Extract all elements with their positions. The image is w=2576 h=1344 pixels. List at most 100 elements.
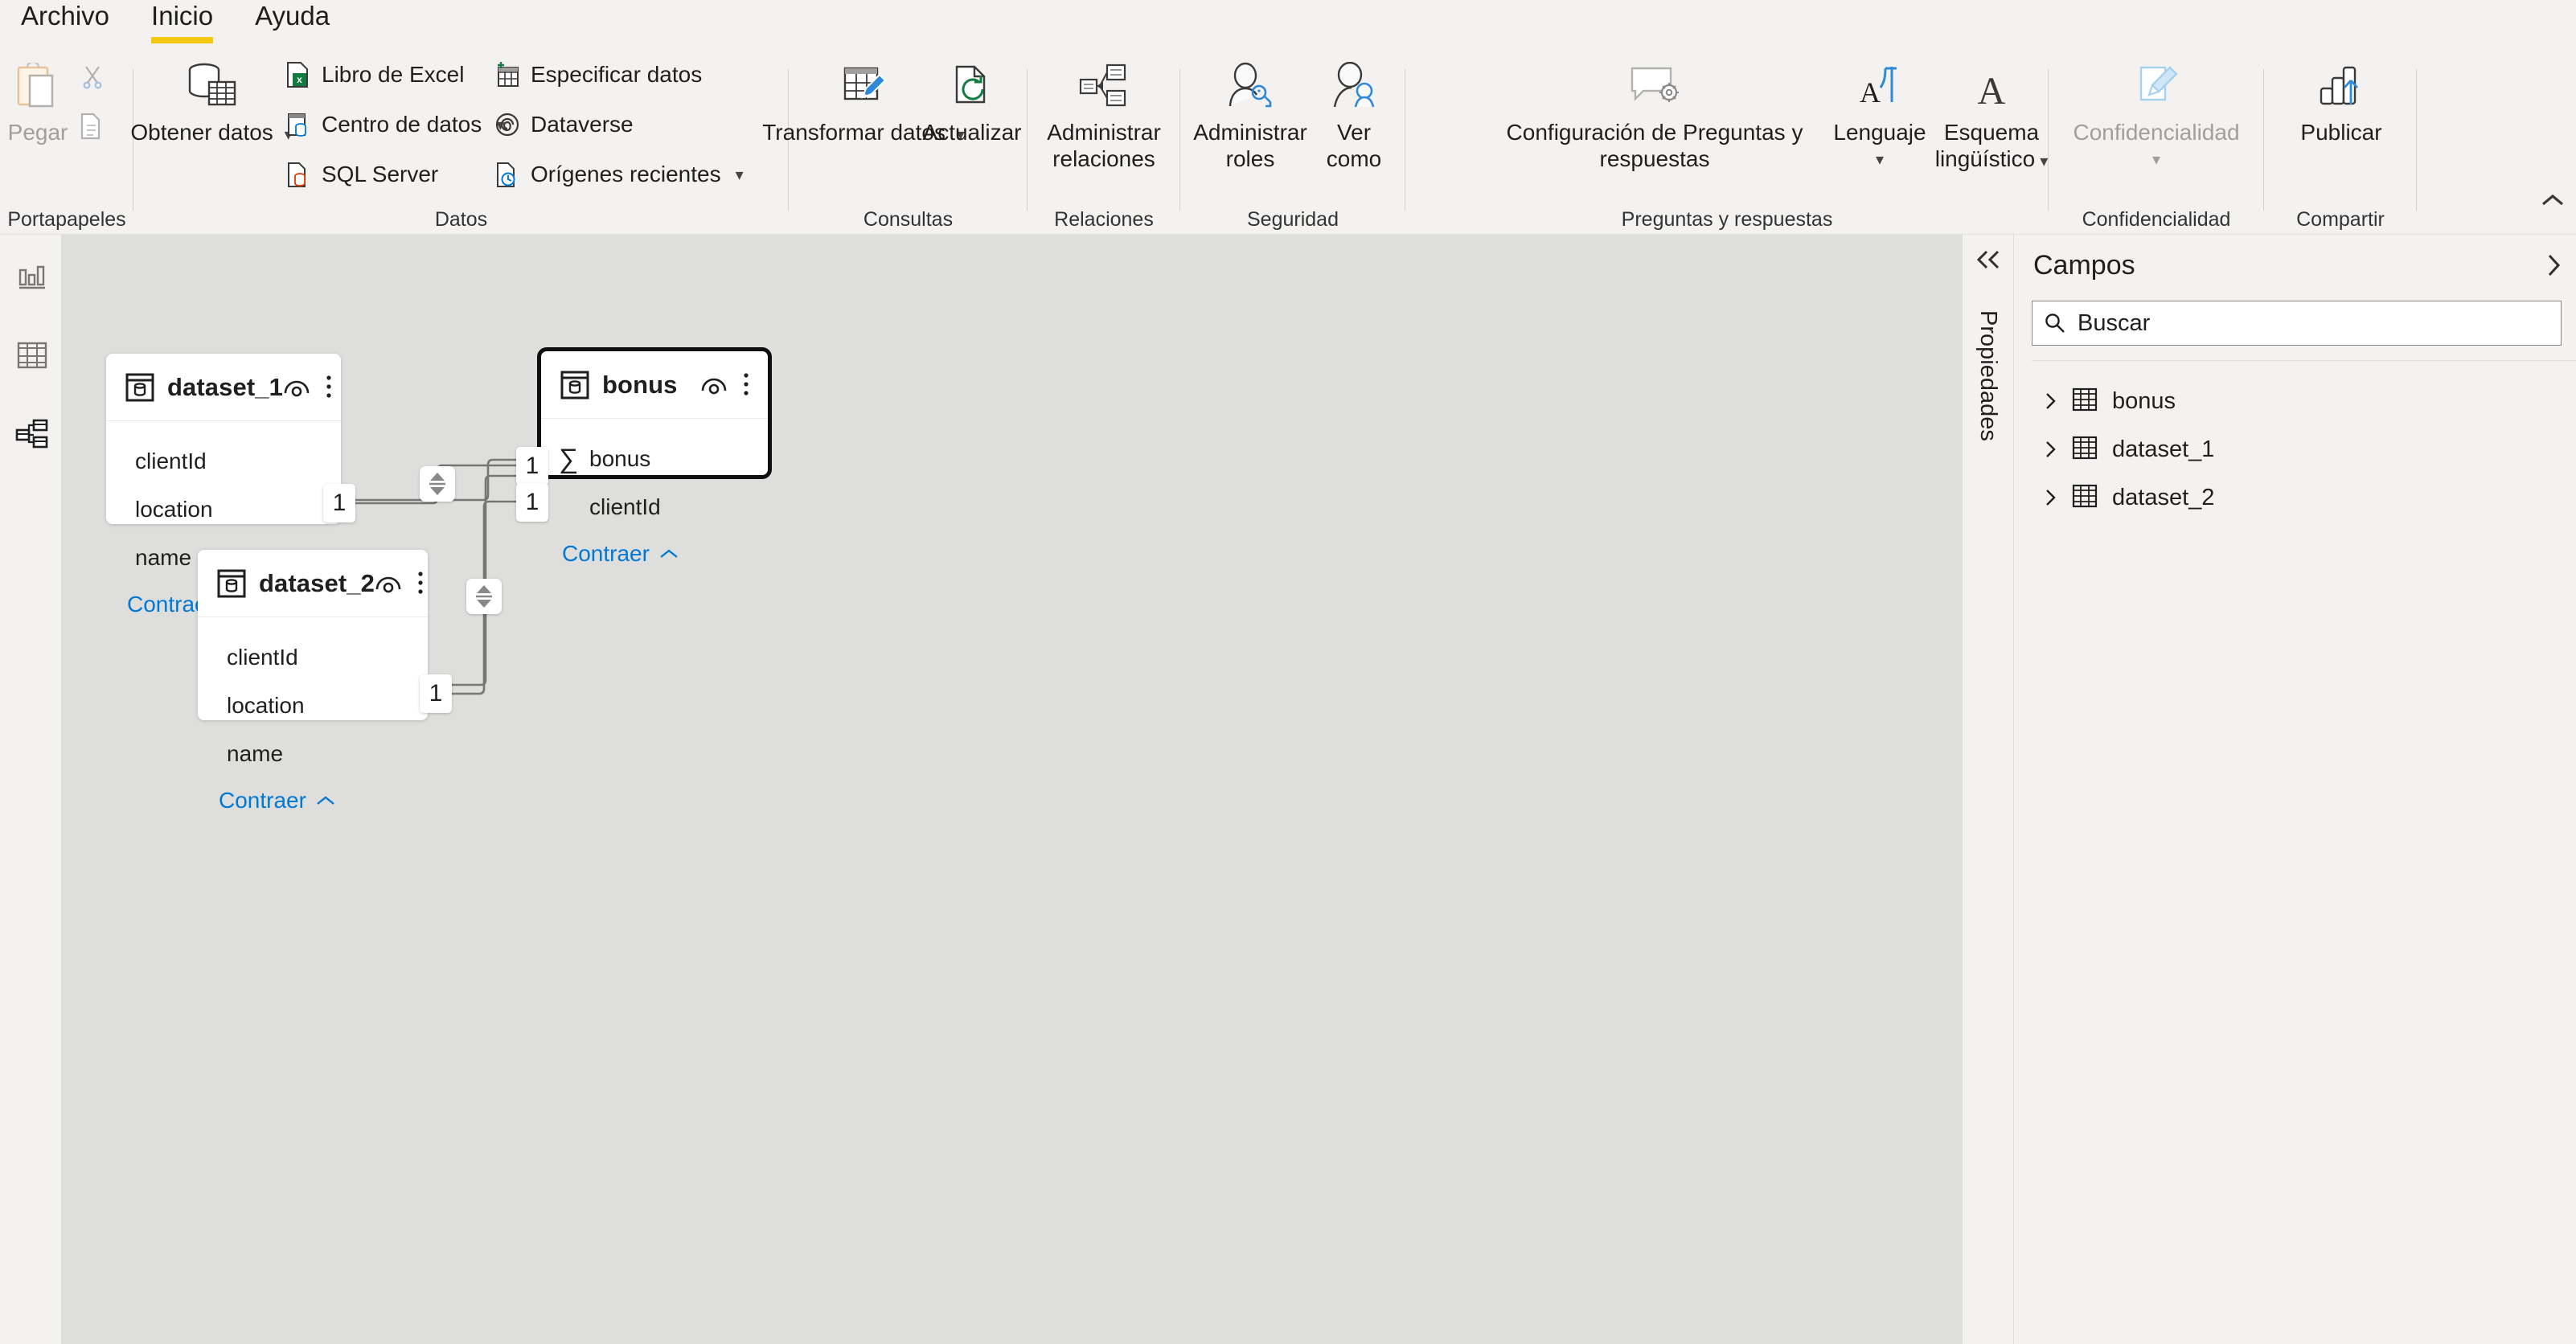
table-field-list: clientId location name Contraer: [198, 617, 428, 823]
field-label: name: [135, 545, 192, 570]
publish-button[interactable]: Publicar: [2291, 56, 2391, 145]
hide-fields-icon[interactable]: [375, 573, 402, 594]
get-data-button[interactable]: Obtener datos ▾: [130, 56, 293, 149]
tab-ayuda[interactable]: Ayuda: [234, 0, 351, 32]
collapse-ribbon-button[interactable]: [2541, 193, 2565, 207]
expand-properties-button[interactable]: [1975, 249, 2002, 270]
field-label: clientId: [227, 645, 298, 670]
cut-button[interactable]: [79, 63, 106, 90]
language-button[interactable]: A Lenguaje ▾: [1832, 56, 1928, 174]
field-row[interactable]: location: [106, 486, 341, 534]
hide-fields-icon[interactable]: [700, 375, 728, 395]
collapse-table-button[interactable]: Contraer: [541, 531, 768, 576]
measure-sigma-icon: ∑: [559, 443, 579, 474]
field-table-label: dataset_2: [2112, 484, 2215, 510]
ribbon-group-qna: Configuración de Preguntas y respuestas …: [1405, 45, 2049, 235]
more-options-icon[interactable]: [416, 571, 425, 596]
chevron-right-icon: [2548, 254, 2561, 277]
diagram-table-dataset_1[interactable]: dataset_1 clientId location name Contrae…: [106, 354, 341, 617]
sensitivity-button[interactable]: Confidencialidad ▾: [2073, 56, 2240, 174]
tab-ayuda-label: Ayuda: [255, 1, 330, 31]
more-options-icon[interactable]: [325, 375, 333, 400]
cross-filter-handle-2[interactable]: [466, 579, 502, 614]
table-header-actions: [375, 571, 425, 596]
manage-roles-button[interactable]: Administrar roles: [1190, 56, 1311, 172]
cardinality-badge-dataset1[interactable]: 1: [323, 484, 355, 522]
hide-fields-icon[interactable]: [283, 377, 310, 398]
transform-data-button[interactable]: Transformar datos ▾: [762, 56, 965, 149]
diagram-table-bonus[interactable]: bonus ∑ bonus clientId Contraer: [537, 347, 772, 566]
cross-filter-handle-1[interactable]: [420, 466, 455, 502]
recent-sources-button[interactable]: Orígenes recientes ▾: [494, 161, 744, 188]
copy-button[interactable]: [79, 113, 106, 140]
manage-relationships-button-label: Administrar relaciones: [1047, 120, 1161, 171]
ribbon-group-relationships: Administrar relaciones Relaciones: [1028, 45, 1180, 235]
linguistic-schema-button[interactable]: A Esquema lingüístico ▾: [1931, 56, 2052, 175]
publish-icon: [2318, 56, 2365, 116]
table-icon: [125, 373, 154, 402]
view-switcher-bar: [0, 235, 61, 1344]
chevron-right-icon[interactable]: [2041, 440, 2059, 459]
cardinality-value: 1: [525, 453, 539, 479]
refresh-button[interactable]: Actualizar: [923, 56, 1021, 145]
field-table-bonus[interactable]: bonus: [2014, 377, 2576, 425]
more-options-icon[interactable]: [742, 372, 750, 398]
properties-pane-collapsed[interactable]: Propiedades: [1962, 235, 2013, 1344]
table-title: dataset_1: [167, 372, 283, 401]
collapse-fields-pane-button[interactable]: [2545, 253, 2562, 277]
qna-setup-button[interactable]: Configuración de Preguntas y respuestas: [1478, 56, 1832, 172]
svg-text:x: x: [297, 74, 302, 85]
database-table-icon: [185, 56, 238, 116]
cardinality-badge-bonus-top[interactable]: 1: [516, 447, 548, 486]
diagram-table-dataset_2[interactable]: dataset_2 clientId location name Contrae…: [198, 550, 428, 813]
field-row[interactable]: clientId: [541, 483, 768, 531]
cardinality-badge-dataset2[interactable]: 1: [420, 674, 452, 713]
language-icon: A: [1856, 56, 1903, 116]
dataverse-button[interactable]: Dataverse: [494, 111, 634, 138]
collapse-table-button[interactable]: Contraer: [198, 778, 428, 823]
view-as-button[interactable]: Ver como: [1314, 56, 1394, 172]
chevron-right-icon[interactable]: [2041, 391, 2059, 411]
data-hub-icon: [285, 111, 312, 138]
paste-button[interactable]: Pegar: [0, 56, 76, 145]
table-header[interactable]: dataset_2: [198, 550, 428, 617]
field-table-dataset_1[interactable]: dataset_1: [2014, 425, 2576, 473]
field-table-dataset_2[interactable]: dataset_2: [2014, 473, 2576, 522]
ribbon-group-qna-label: Preguntas y respuestas: [1621, 208, 1833, 231]
cardinality-value: 1: [429, 680, 443, 707]
group-separator: [2416, 69, 2417, 211]
bidirectional-arrow-icon: [476, 585, 492, 608]
enter-data-button[interactable]: Especificar datos: [494, 61, 702, 88]
manage-relationships-button[interactable]: Administrar relaciones: [1039, 56, 1169, 172]
data-hub-button[interactable]: Centro de datos ▾: [285, 111, 504, 138]
report-view-button[interactable]: [14, 259, 50, 294]
sql-server-button[interactable]: SQL Server: [285, 161, 438, 188]
tab-archivo[interactable]: Archivo: [0, 0, 130, 32]
model-view-button[interactable]: [14, 416, 50, 452]
sensitivity-icon: [2131, 56, 2181, 116]
fields-search-box[interactable]: [2032, 301, 2562, 346]
search-input[interactable]: [2078, 301, 2549, 345]
field-row[interactable]: clientId: [198, 633, 428, 682]
table-header[interactable]: dataset_1: [106, 354, 341, 421]
chevron-right-icon[interactable]: [2041, 488, 2059, 507]
data-view-button[interactable]: [14, 338, 50, 373]
table-header[interactable]: bonus: [541, 351, 768, 419]
model-relationships-icon: [15, 419, 48, 449]
paste-button-label: Pegar: [7, 120, 68, 145]
ribbon-groups: Pegar Portapapeles Obtener datos x Libro…: [0, 45, 2576, 235]
field-label: clientId: [135, 449, 207, 473]
refresh-button-label: Actualizar: [922, 120, 1022, 145]
field-row[interactable]: clientId: [106, 437, 341, 486]
field-row[interactable]: ∑ bonus: [541, 435, 768, 483]
excel-workbook-button[interactable]: x Libro de Excel: [285, 61, 464, 88]
chevron-up-icon: [316, 795, 335, 806]
field-row[interactable]: location: [198, 682, 428, 730]
svg-text:A: A: [1860, 76, 1881, 109]
cardinality-badge-bonus-bottom[interactable]: 1: [516, 483, 548, 522]
field-label: clientId: [589, 494, 661, 519]
copy-icon: [79, 113, 106, 140]
tab-inicio[interactable]: Inicio: [130, 0, 234, 43]
field-row[interactable]: name: [198, 730, 428, 778]
fields-pane-header: Campos: [2014, 235, 2576, 296]
